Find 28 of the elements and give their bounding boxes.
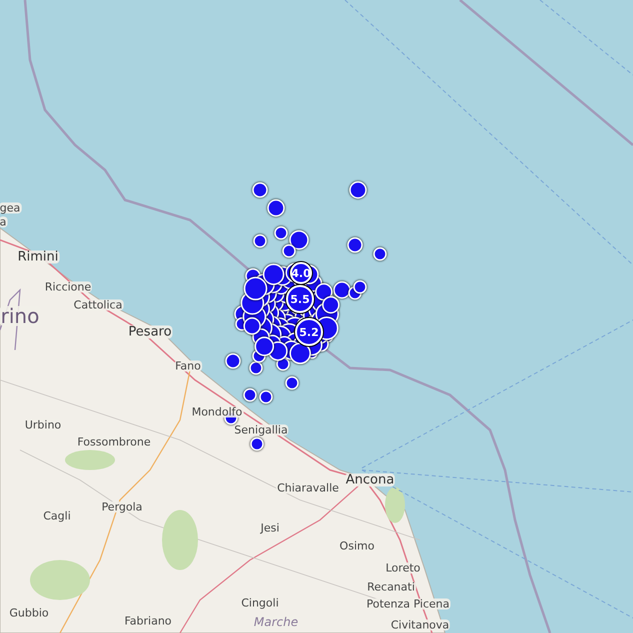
place-label: Gubbio [8, 608, 50, 618]
place-label: Fossombrone [76, 436, 152, 448]
place-label: Marche [252, 616, 300, 628]
place-label: Cingoli [240, 598, 280, 608]
place-label: rino [0, 306, 40, 326]
place-label: Potenza Picena [366, 598, 450, 610]
place-label: Recanati [366, 582, 416, 592]
place-label: Cattolica [72, 300, 124, 310]
place-label: Urbino [24, 420, 62, 430]
place-label: Fabriano [123, 616, 173, 626]
place-label: Osimo [338, 540, 376, 552]
place-label: Fano [174, 360, 202, 372]
place-label: a [0, 216, 8, 228]
place-label: Jesi [260, 522, 280, 534]
place-label: Civitanova [390, 620, 450, 630]
place-label: Riccione [44, 282, 92, 292]
earthquake-marker[interactable]: 4.0 [290, 262, 312, 284]
place-label: Senigallia [233, 424, 289, 436]
place-label: Pergola [100, 502, 144, 512]
place-label: Loreto [384, 562, 422, 574]
place-label: Ancona [344, 474, 396, 486]
map-view[interactable] [0, 0, 633, 633]
place-label: gea [0, 202, 22, 214]
place-label: Rimini [16, 250, 60, 264]
place-label: Pesaro [127, 326, 173, 338]
place-label: Cagli [42, 510, 72, 522]
place-label: Chiaravalle [276, 482, 340, 494]
place-label: Mondolfo [190, 406, 244, 418]
